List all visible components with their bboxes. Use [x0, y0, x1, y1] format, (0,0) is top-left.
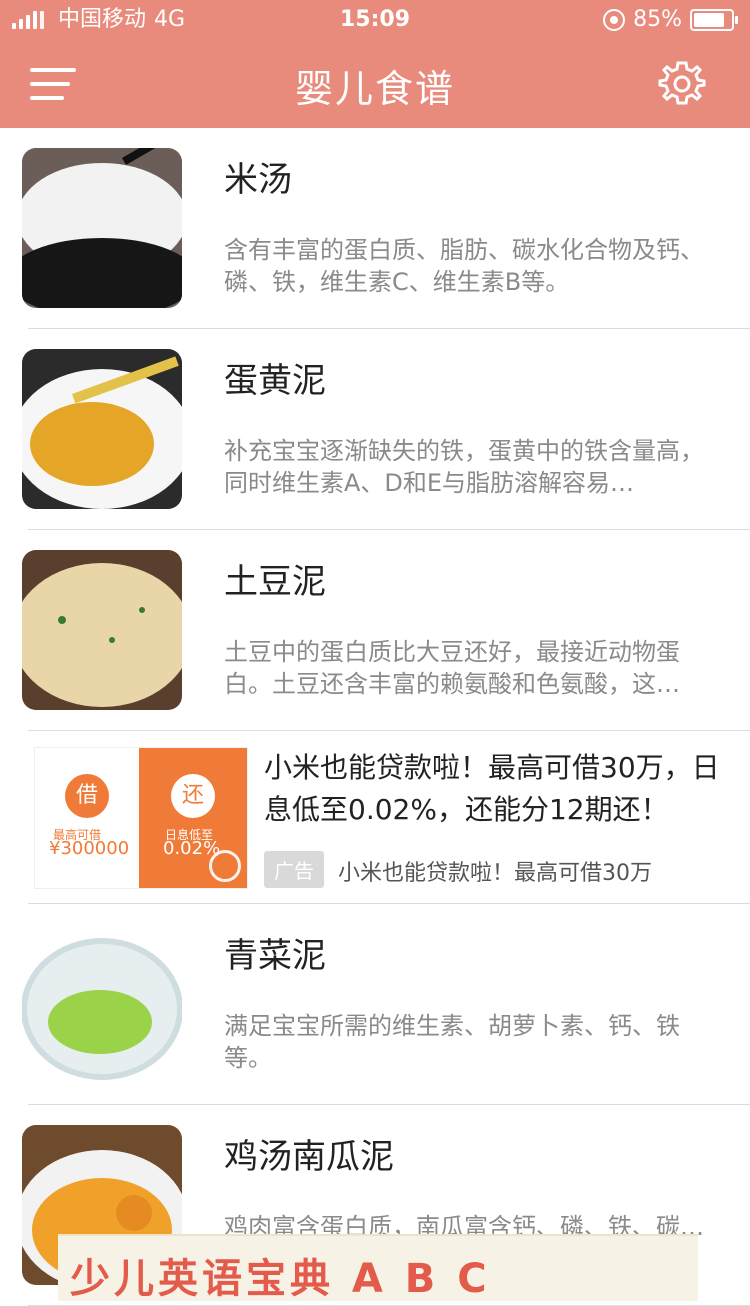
list-item[interactable]: 米汤 含有丰富的蛋白质、脂肪、碳水化合物及钙、磷、铁，维生素C、维生素B等。 [22, 128, 750, 329]
recipe-thumbnail [22, 550, 182, 710]
ad-title: 小米也能贷款啦！最高可借30万，日息低至0.02%，还能分12期还！ [264, 751, 720, 826]
list-item[interactable]: 青菜泥 满足宝宝所需的维生素、胡萝卜素、钙、铁等。 [22, 904, 750, 1105]
recipe-thumbnail [22, 924, 182, 1084]
nav-bar: 婴儿食谱 [0, 40, 750, 128]
rotation-lock-icon [603, 9, 626, 31]
battery-percent: 85% [633, 7, 682, 32]
ad-badge: 广告 [264, 851, 324, 888]
recipe-description: 土豆中的蛋白质比大豆还好，最接近动物蛋白。土豆还含丰富的赖氨酸和色氨酸，这… [224, 638, 680, 698]
list-item[interactable]: 土豆泥 土豆中的蛋白质比大豆还好，最接近动物蛋白。土豆还含丰富的赖氨酸和色氨酸，… [22, 530, 750, 731]
bottom-banner-text: 少儿英语宝典 A B C [70, 1256, 491, 1302]
recipe-list: 米汤 含有丰富的蛋白质、脂肪、碳水化合物及钙、磷、铁，维生素C、维生素B等。 蛋… [0, 128, 750, 1306]
recipe-description: 含有丰富的蛋白质、脂肪、碳水化合物及钙、磷、铁，维生素C、维生素B等。 [224, 236, 704, 296]
recipe-name: 鸡汤南瓜泥 [224, 1137, 394, 1177]
bottom-ad-banner[interactable]: 少儿英语宝典 A B C [58, 1234, 698, 1302]
ad-left-amount: ¥300000 [49, 838, 130, 859]
recipe-thumbnail [22, 349, 182, 509]
ad-image-right: 还 日息低至 0.02% [139, 748, 247, 888]
ad-image-left: 借 最高可借 ¥300000 [35, 748, 139, 888]
ad-item[interactable]: 借 最高可借 ¥300000 还 日息低至 0.02% 小米也能贷款啦！最高可借… [28, 731, 750, 904]
recipe-name: 土豆泥 [224, 562, 326, 602]
page-title: 婴儿食谱 [294, 67, 455, 111]
recipe-name: 青菜泥 [224, 936, 326, 976]
list-item[interactable]: 蛋黄泥 补充宝宝逐渐缺失的铁，蛋黄中的铁含量高，同时维生素A、D和E与脂肪溶解容… [22, 329, 750, 530]
app-header: 中国移动 4G 15:09 85% 婴儿食谱 [0, 0, 750, 128]
ad-image[interactable]: 借 最高可借 ¥300000 还 日息低至 0.02% [34, 747, 248, 889]
recipe-name: 米汤 [224, 160, 292, 200]
recipe-thumbnail [22, 148, 182, 308]
recipe-name: 蛋黄泥 [224, 361, 326, 401]
status-right: 85% [603, 0, 738, 40]
refresh-icon[interactable] [209, 850, 241, 882]
ad-subtitle: 小米也能贷款啦！最高可借30万 [338, 861, 652, 886]
battery-icon [690, 9, 738, 31]
status-bar: 中国移动 4G 15:09 85% [0, 0, 750, 40]
recipe-description: 满足宝宝所需的维生素、胡萝卜素、钙、铁等。 [224, 1012, 680, 1072]
recipe-description: 补充宝宝逐渐缺失的铁，蛋黄中的铁含量高，同时维生素A、D和E与脂肪溶解容易… [224, 437, 704, 497]
repay-bubble: 还 [171, 774, 215, 818]
gear-icon[interactable] [656, 58, 708, 110]
borrow-bubble: 借 [65, 774, 109, 818]
